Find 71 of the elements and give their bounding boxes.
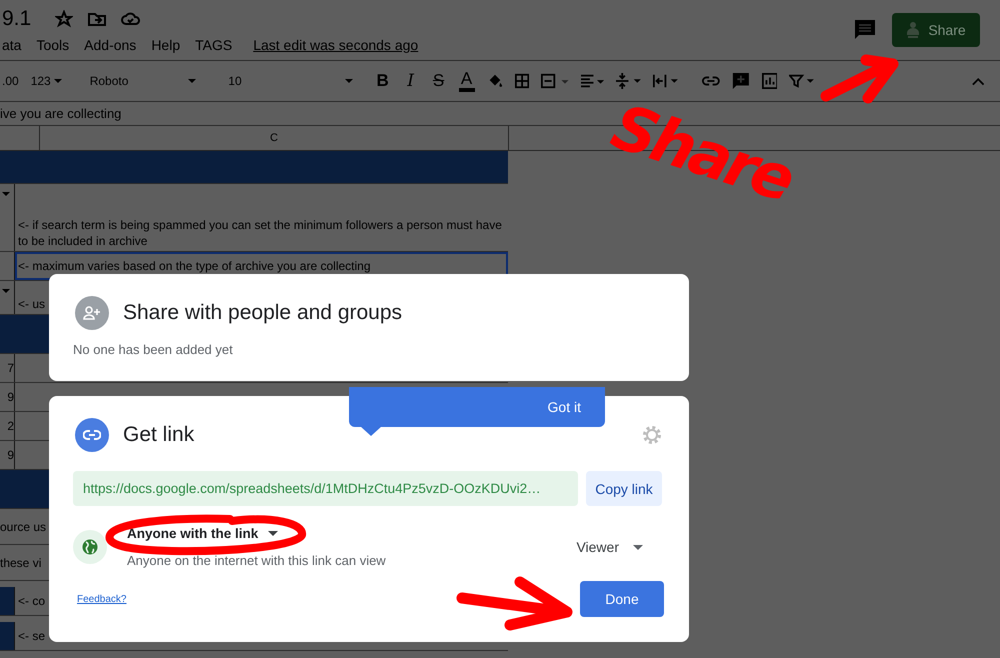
document-title: 9.1 — [2, 7, 32, 31]
menu-item[interactable]: TAGS — [195, 37, 232, 53]
cell-number: 9 — [7, 390, 14, 404]
share-button[interactable]: Share — [892, 13, 980, 47]
cell-number: 2 — [7, 419, 14, 433]
colored-cell — [0, 587, 14, 615]
link-icon[interactable] — [702, 75, 720, 87]
last-edit-link[interactable]: Last edit was seconds ago — [253, 37, 418, 53]
chain-glyph-icon — [83, 430, 101, 440]
settings-icon[interactable] — [641, 424, 663, 446]
link-field[interactable]: https://docs.google.com/spreadsheets/d/1MtDHzCtu4Pz5vzD-OOzKDUvi2… — [73, 471, 578, 506]
collapse-icon[interactable] — [972, 76, 984, 86]
menu-item[interactable]: Add-ons — [84, 37, 136, 53]
colored-cell — [0, 622, 14, 650]
caret-icon — [54, 79, 62, 83]
caret-icon — [344, 79, 353, 83]
done-button[interactable]: Done — [580, 581, 664, 617]
add-comment-icon[interactable] — [732, 71, 750, 91]
column-header[interactable]: C — [270, 132, 278, 144]
feedback-link[interactable]: Feedback? — [77, 594, 126, 604]
merge-icon[interactable] — [540, 73, 570, 89]
text-wrap-icon[interactable] — [653, 73, 678, 89]
card-title: Share with people and groups — [123, 301, 402, 325]
font-name: Roboto — [90, 74, 128, 88]
star-icon[interactable] — [55, 10, 74, 28]
role-dropdown[interactable]: Viewer — [570, 538, 649, 556]
card-title: Get link — [123, 423, 194, 447]
number-format-button[interactable]: 123 — [30, 74, 62, 88]
cell-number: 7 — [7, 361, 14, 375]
cell-text: these vi — [0, 554, 42, 572]
cell-text: ource us — [0, 518, 46, 536]
vertical-align-icon[interactable] — [616, 72, 642, 90]
cell-text: <- co — [18, 593, 46, 609]
globe-glyph-icon — [82, 539, 98, 555]
font-size-dropdown[interactable]: 10 — [228, 74, 363, 88]
font-size-value: 10 — [228, 74, 242, 88]
cloud-icon — [121, 12, 142, 26]
formula-text: ive you are collecting — [0, 106, 122, 121]
italic-button[interactable]: I — [402, 71, 419, 91]
dropdown-caret-icon[interactable] — [2, 192, 10, 196]
font-dropdown[interactable]: Roboto — [90, 74, 196, 88]
person-icon — [906, 21, 920, 39]
cell-text: <- se — [18, 628, 46, 644]
dropdown-caret-icon[interactable] — [2, 289, 10, 293]
comment-icon[interactable] — [854, 19, 876, 41]
cell-number: 9 — [7, 448, 14, 462]
handwritten-annotation: Share — [604, 95, 798, 211]
person-plus-glyph-icon — [83, 306, 101, 320]
align-icon[interactable] — [581, 74, 604, 88]
filter-icon[interactable] — [789, 73, 814, 89]
decimal-button[interactable]: .00 — [2, 74, 19, 88]
caret-icon — [268, 531, 278, 536]
cell-text: <- maximum varies based on the type of archive you are collecting — [18, 258, 371, 274]
caret-icon — [633, 544, 643, 550]
bold-button[interactable]: B — [374, 71, 391, 91]
got-it-button[interactable]: Got it — [542, 398, 587, 416]
card-subtitle: No one has been added yet — [73, 342, 234, 357]
menu-item[interactable]: ata — [2, 37, 22, 53]
cell-text: <- us — [18, 296, 46, 312]
caret-icon — [188, 79, 196, 83]
strikethrough-button[interactable]: S — [430, 71, 447, 91]
access-description: Anyone on the internet with this link can view — [127, 553, 386, 568]
cell-text: <- if search term is being spammed you can set the minimum followers a person must have to be included in archive — [18, 217, 503, 249]
menu-item[interactable]: Help — [151, 37, 180, 53]
copy-link-button[interactable]: Copy link — [586, 471, 662, 506]
folder-icon[interactable] — [87, 11, 108, 27]
borders-icon[interactable] — [514, 73, 529, 89]
access-dropdown[interactable]: Anyone with the link — [127, 526, 386, 541]
text-color-button[interactable]: A — [458, 70, 475, 92]
menu-item[interactable]: Tools — [36, 37, 70, 53]
chart-icon[interactable] — [762, 72, 778, 90]
